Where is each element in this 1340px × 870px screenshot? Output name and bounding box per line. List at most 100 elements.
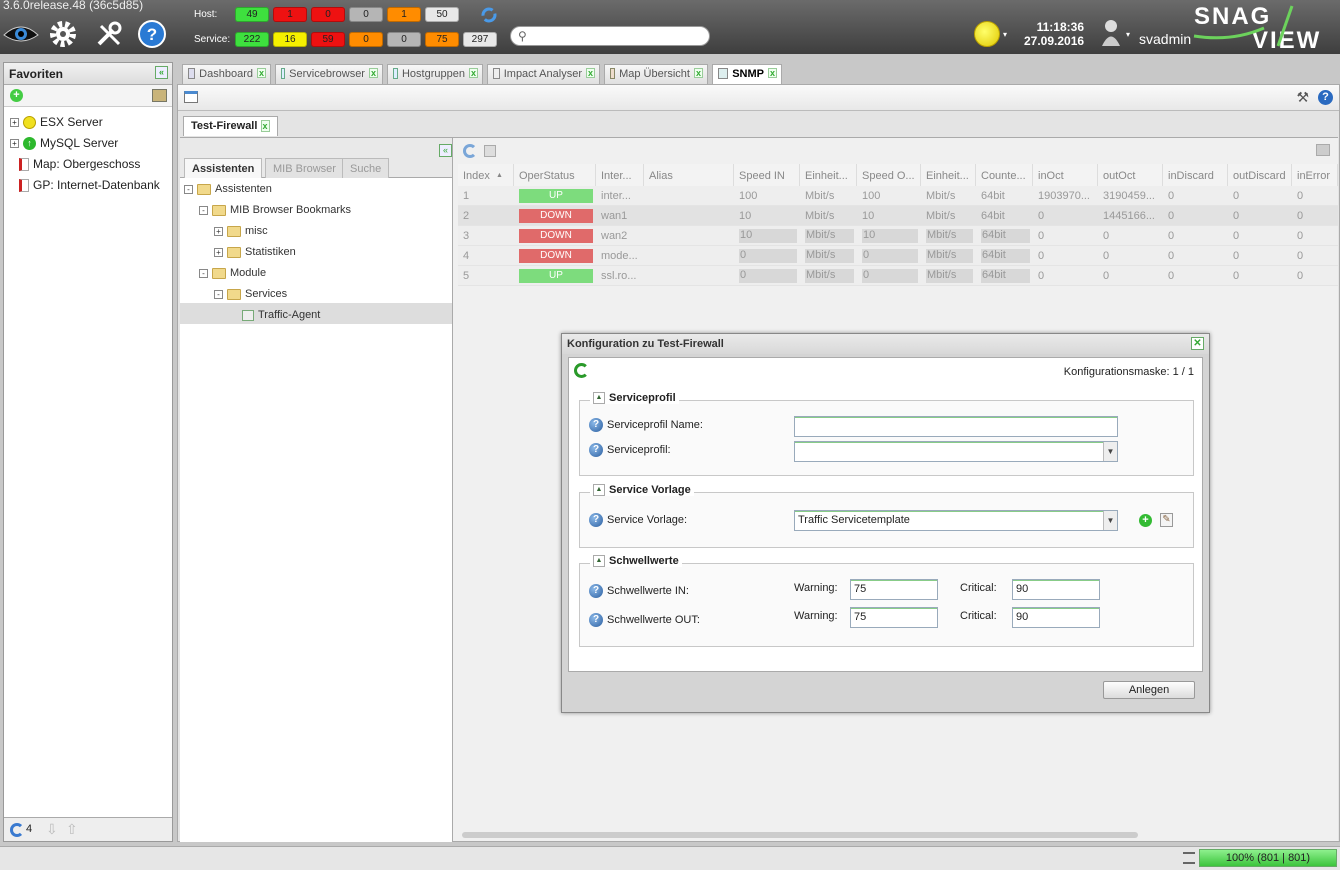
host-count-badge[interactable]: 0: [311, 7, 345, 22]
gear-icon[interactable]: [46, 18, 80, 50]
table-row[interactable]: 1 UP inter... 100 Mbit/s 100 Mbit/s 64bit 190397…: [458, 186, 1338, 206]
expand-node-icon[interactable]: +: [214, 247, 223, 257]
host-count-badge[interactable]: 1: [273, 7, 307, 22]
service-count-badge[interactable]: 59: [311, 32, 345, 47]
refresh-icon[interactable]: [463, 144, 477, 158]
column-header[interactable]: inDiscard: [1163, 164, 1228, 186]
tree-node[interactable]: - Services: [214, 288, 287, 300]
user-avatar-icon[interactable]: [1100, 18, 1122, 48]
tab-assistenten[interactable]: Assistenten: [184, 158, 263, 178]
collapse-icon[interactable]: ▲: [593, 484, 605, 496]
tab-mib-browser[interactable]: MIB Browser: [265, 158, 344, 178]
menu-icon[interactable]: [1183, 852, 1195, 864]
search-input[interactable]: ⚲: [510, 26, 710, 46]
host-count-badge[interactable]: 49: [235, 7, 269, 22]
host-count-badge[interactable]: 1: [387, 7, 421, 22]
close-icon[interactable]: x: [368, 68, 378, 78]
close-icon[interactable]: x: [256, 68, 266, 78]
tab-hostgruppen[interactable]: Hostgruppen x: [387, 64, 483, 84]
tab-impact-analyser[interactable]: Impact Analyser x: [487, 64, 600, 84]
archive-icon[interactable]: [152, 89, 167, 102]
table-row[interactable]: 4 DOWN mode... 0 Mbit/s 0 Mbit/s 64bit 0 0 0 0 0: [458, 246, 1338, 266]
column-header[interactable]: inError: [1292, 164, 1338, 186]
column-header[interactable]: Index: [458, 164, 514, 186]
help-icon[interactable]: ?: [589, 613, 603, 627]
column-header[interactable]: Speed O...: [857, 164, 921, 186]
section-title[interactable]: ▲ Service Vorlage: [590, 484, 694, 496]
help-icon[interactable]: ?: [589, 513, 603, 527]
tree-node[interactable]: - Module: [199, 267, 266, 279]
tree-node[interactable]: - MIB Browser Bookmarks: [199, 204, 351, 216]
column-header[interactable]: inOct: [1033, 164, 1098, 186]
service-count-badge[interactable]: 0: [349, 32, 383, 47]
tree-node-selected[interactable]: Traffic-Agent: [242, 309, 320, 321]
expand-node-icon[interactable]: +: [214, 226, 223, 236]
collapse-node-icon[interactable]: -: [199, 205, 208, 215]
expand-icon[interactable]: +: [10, 138, 19, 148]
username[interactable]: svadmin: [1139, 31, 1191, 47]
print-icon[interactable]: [1316, 144, 1330, 156]
add-icon[interactable]: +: [1139, 514, 1152, 527]
export-icon[interactable]: [484, 145, 496, 157]
tab-test-firewall[interactable]: Test-Firewall x: [183, 116, 278, 136]
service-count-badge[interactable]: 75: [425, 32, 459, 47]
tab-servicebrowser[interactable]: Servicebrowser x: [275, 64, 383, 84]
tab-dashboard[interactable]: Dashboard x: [182, 64, 271, 84]
horizontal-scrollbar[interactable]: [462, 832, 1138, 838]
chevron-down-icon[interactable]: ▾: [1126, 30, 1130, 39]
service-count-badge[interactable]: 222: [235, 32, 269, 47]
system-status-icon[interactable]: [974, 21, 1000, 47]
help-icon[interactable]: ?: [1318, 90, 1333, 105]
tools-icon[interactable]: [92, 18, 126, 50]
arrow-up-icon[interactable]: ⇧: [66, 821, 78, 838]
add-favorite-icon[interactable]: +: [10, 89, 23, 102]
collapse-icon[interactable]: ▲: [593, 555, 605, 567]
arrow-down-icon[interactable]: ⇩: [46, 821, 58, 838]
close-icon[interactable]: x: [585, 68, 595, 78]
service-count-badge[interactable]: 16: [273, 32, 307, 47]
out-critical-input[interactable]: 90: [1012, 607, 1100, 628]
section-title[interactable]: ▲ Serviceprofil: [590, 392, 679, 404]
service-count-badge[interactable]: 297: [463, 32, 497, 47]
column-header[interactable]: Einheit...: [921, 164, 976, 186]
column-header[interactable]: Alias: [644, 164, 734, 186]
collapse-node-icon[interactable]: -: [184, 184, 193, 194]
section-title[interactable]: ▲ Schwellwerte: [590, 555, 682, 567]
host-count-badge[interactable]: 0: [349, 7, 383, 22]
close-icon[interactable]: x: [260, 120, 270, 132]
favorite-item[interactable]: + ESX Server: [10, 115, 103, 129]
help-icon[interactable]: ?: [136, 18, 168, 50]
tab-snmp[interactable]: SNMP x: [712, 64, 782, 84]
edit-icon[interactable]: ✎: [1160, 513, 1173, 527]
chevron-down-icon[interactable]: ▾: [1003, 30, 1007, 39]
close-icon[interactable]: ✕: [1191, 337, 1204, 350]
column-header[interactable]: outOct: [1098, 164, 1163, 186]
collapse-node-icon[interactable]: -: [214, 289, 223, 299]
serviceprofil-select[interactable]: ▼: [794, 441, 1118, 462]
table-row[interactable]: 3 DOWN wan2 10 Mbit/s 10 Mbit/s 64bit 0 0 0 0 0: [458, 226, 1338, 246]
expand-icon[interactable]: +: [10, 117, 19, 127]
anlegen-button[interactable]: Anlegen: [1103, 681, 1195, 699]
help-icon[interactable]: ?: [589, 418, 603, 432]
close-icon[interactable]: x: [767, 68, 777, 78]
collapse-icon[interactable]: «: [439, 144, 452, 157]
column-header[interactable]: OperStatus: [514, 164, 596, 186]
collapse-icon[interactable]: ▲: [593, 392, 605, 404]
collapse-node-icon[interactable]: -: [199, 268, 208, 278]
in-critical-input[interactable]: 90: [1012, 579, 1100, 600]
host-count-badge[interactable]: 50: [425, 7, 459, 22]
column-header[interactable]: outDiscard: [1228, 164, 1292, 186]
column-header[interactable]: Einheit...: [800, 164, 857, 186]
serviceprofil-name-input[interactable]: [794, 416, 1118, 437]
close-icon[interactable]: x: [693, 68, 703, 78]
column-header[interactable]: Inter...: [596, 164, 644, 186]
chevron-down-icon[interactable]: ▼: [1103, 511, 1117, 530]
eye-menu-icon[interactable]: [2, 18, 40, 50]
service-vorlage-select[interactable]: Traffic Servicetemplate ▼: [794, 510, 1118, 531]
close-icon[interactable]: x: [468, 68, 478, 78]
reload-icon[interactable]: [574, 363, 589, 378]
favorite-item[interactable]: GP: Internet-Datenbank: [19, 178, 160, 192]
tools-icon[interactable]: ⚒: [1296, 89, 1309, 106]
refresh-icon[interactable]: [480, 6, 498, 24]
table-row[interactable]: 2 DOWN wan1 10 Mbit/s 10 Mbit/s 64bit 0 1445166..…: [458, 206, 1338, 226]
